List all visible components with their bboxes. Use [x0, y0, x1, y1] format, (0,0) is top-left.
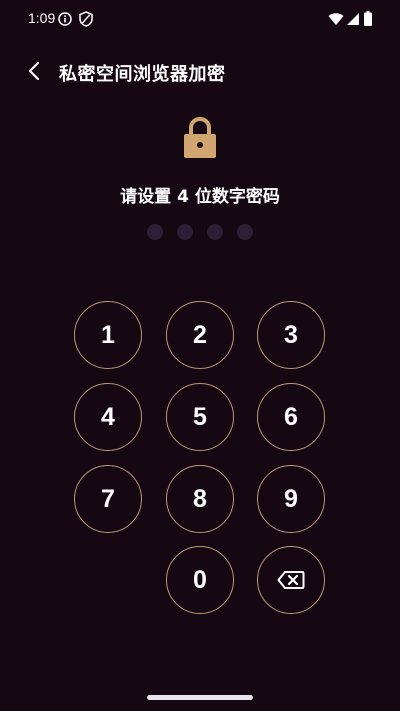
key-5[interactable]: 5	[166, 383, 234, 451]
delete-button[interactable]	[257, 546, 325, 614]
key-1[interactable]: 1	[74, 301, 142, 369]
pin-setup-screen: 1:09 私密空间浏览器加密 请设置 4 位数字密码 1 2 3 4 5 6 7…	[0, 0, 400, 711]
backspace-icon	[277, 571, 305, 589]
key-2-label: 2	[193, 320, 207, 349]
key-3-label: 3	[284, 320, 298, 349]
key-6-label: 6	[284, 402, 298, 431]
home-indicator[interactable]	[147, 695, 253, 700]
key-8-label: 8	[193, 484, 207, 513]
key-0[interactable]: 0	[166, 546, 234, 614]
key-5-label: 5	[193, 402, 207, 431]
key-9[interactable]: 9	[257, 465, 325, 533]
key-8[interactable]: 8	[166, 465, 234, 533]
key-7-label: 7	[101, 484, 115, 513]
key-7[interactable]: 7	[74, 465, 142, 533]
keypad: 1 2 3 4 5 6 7 8 9 0	[0, 0, 400, 711]
key-0-label: 0	[193, 565, 207, 594]
key-2[interactable]: 2	[166, 301, 234, 369]
key-4[interactable]: 4	[74, 383, 142, 451]
key-6[interactable]: 6	[257, 383, 325, 451]
key-9-label: 9	[284, 484, 298, 513]
key-3[interactable]: 3	[257, 301, 325, 369]
key-4-label: 4	[101, 402, 115, 431]
key-1-label: 1	[101, 320, 115, 349]
